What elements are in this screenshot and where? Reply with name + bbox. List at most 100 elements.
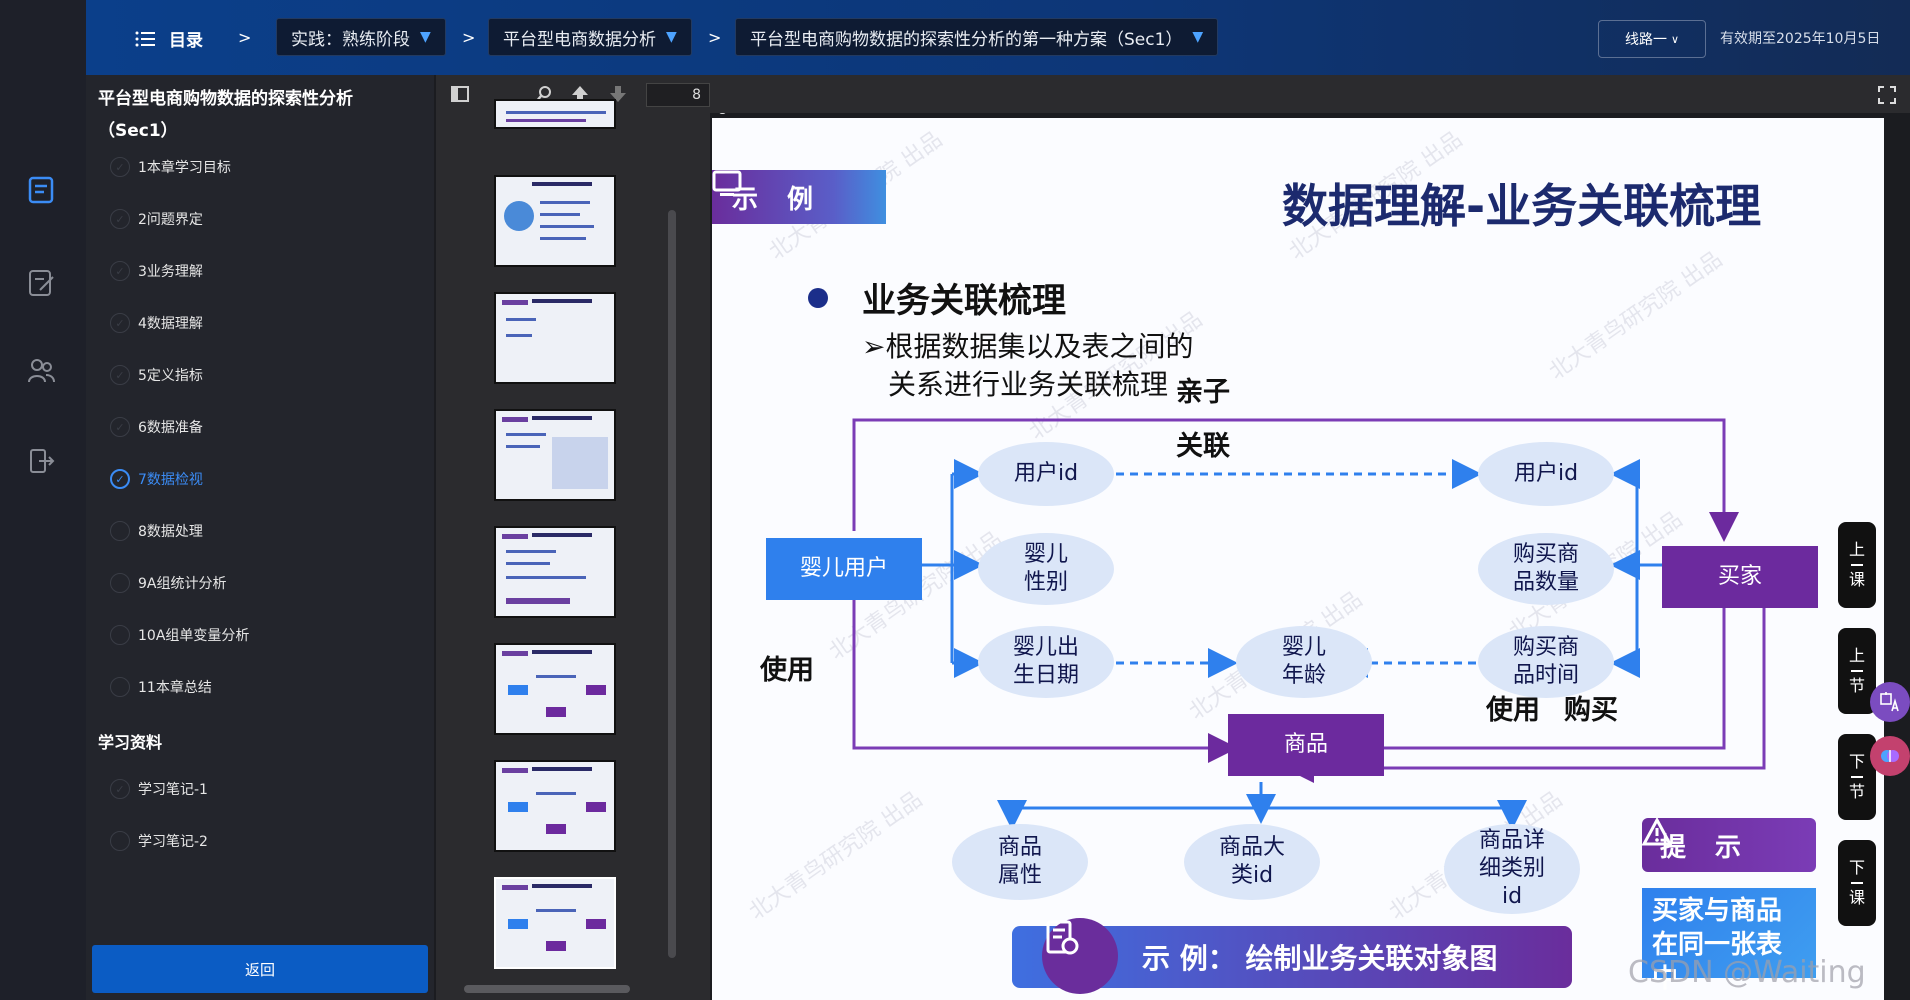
- side-btn-top: 下: [1848, 752, 1865, 771]
- chevron-down-icon: ∨: [1670, 32, 1680, 46]
- breadcrumb-lesson-label: 平台型电商购物数据的探索性分析的第一种方案（Sec1）: [750, 29, 1183, 50]
- node-product-category: 商品大 类id: [1184, 824, 1320, 900]
- node-product: 商品: [1228, 714, 1384, 776]
- resource-item[interactable]: ✓ 学习笔记-1: [110, 779, 208, 799]
- warning-icon: [1642, 818, 1672, 846]
- node-buyer: 买家: [1662, 546, 1818, 608]
- outline-item-label: 11本章总结: [138, 680, 212, 696]
- resource-item-label: 学习笔记-2: [138, 834, 208, 850]
- route-label: 线路一: [1624, 32, 1667, 48]
- users-icon[interactable]: [26, 356, 56, 386]
- page-thumbnail[interactable]: [494, 175, 616, 267]
- expiry-date: 有效期至2025年10月5日: [1720, 31, 1881, 47]
- page-thumbnail[interactable]: [494, 643, 616, 735]
- circle-icon: [110, 625, 130, 645]
- outline-title: 平台型电商购物数据的探索性分析（Sec1）: [98, 89, 353, 141]
- page-thumbnail[interactable]: [494, 760, 616, 852]
- outline-item[interactable]: ✓ 6数据准备: [110, 417, 203, 437]
- node-user-id-left: 用户id: [978, 442, 1114, 506]
- outline-item[interactable]: 9A组统计分析: [110, 573, 226, 593]
- page-thumbnail[interactable]: [494, 292, 616, 384]
- side-btn-bottom: 节: [1848, 676, 1865, 695]
- sidebar-toggle-icon[interactable]: [444, 75, 476, 113]
- breadcrumb-course-label: 平台型电商数据分析: [503, 29, 656, 50]
- left-rail: [0, 0, 86, 1000]
- side-btn-top: 上: [1848, 540, 1865, 559]
- chapter-outline: 平台型电商购物数据的探索性分析（Sec1） ✓ 1本章学习目标 ✓ 2问题界定 ✓ 3…: [86, 75, 434, 1000]
- fullscreen-icon[interactable]: [1878, 86, 1896, 104]
- node-product-subcategory: 商品详 细类别 id: [1444, 824, 1580, 914]
- brain-icon[interactable]: [1870, 736, 1910, 776]
- outline-item-label: 5定义指标: [138, 368, 203, 384]
- circle-icon: [110, 677, 130, 697]
- document-view-icon: [1046, 920, 1079, 955]
- outline-item-label: 4数据理解: [138, 316, 203, 332]
- viewer-toolbar: [710, 75, 1910, 113]
- page-thumbnail-current[interactable]: [494, 877, 616, 969]
- page-thumbnail[interactable]: [494, 526, 616, 618]
- check-circle-icon: ✓: [110, 779, 130, 799]
- translate-icon[interactable]: [1870, 682, 1910, 722]
- circle-icon: [110, 573, 130, 593]
- resource-item[interactable]: 学习笔记-2: [110, 831, 208, 851]
- outline-item-label: 10A组单变量分析: [138, 628, 250, 644]
- outline-item[interactable]: ✓ 2问题界定: [110, 209, 203, 229]
- breadcrumb-lesson[interactable]: 平台型电商购物数据的探索性分析的第一种方案（Sec1） ▼: [735, 18, 1219, 56]
- list-icon: [135, 31, 155, 46]
- node-buy-time: 购买商 品时间: [1478, 626, 1614, 698]
- document-icon[interactable]: [26, 175, 56, 205]
- outline-item[interactable]: 11本章总结: [110, 677, 212, 697]
- next-section-button[interactable]: 下节: [1838, 734, 1876, 820]
- outline-item[interactable]: ✓ 5定义指标: [110, 365, 203, 385]
- previous-lesson-button[interactable]: 上课: [1838, 522, 1876, 608]
- breadcrumb-separator: >: [238, 28, 252, 47]
- outline-item[interactable]: ✓ 3业务理解: [110, 261, 203, 281]
- check-circle-icon: ✓: [110, 261, 130, 281]
- node-buy-qty: 购买商 品数量: [1478, 533, 1614, 605]
- outline-item-label: 8数据处理: [138, 524, 203, 540]
- side-btn-top: 上: [1848, 646, 1865, 665]
- side-btn-bottom: 节: [1848, 782, 1865, 801]
- next-lesson-button[interactable]: 下课: [1838, 840, 1876, 926]
- breadcrumb-course[interactable]: 平台型电商数据分析 ▼: [488, 18, 692, 56]
- hint-tag-label: 提 示: [1660, 832, 1752, 863]
- outline-item-label: 3业务理解: [138, 264, 203, 280]
- check-circle-icon: ✓: [110, 469, 130, 489]
- check-circle-icon: ✓: [110, 313, 130, 333]
- thumbnail-scrollbar[interactable]: [668, 210, 676, 958]
- breadcrumb-stage-label: 实践：熟练阶段: [291, 29, 410, 50]
- node-baby-user: 婴儿用户: [766, 538, 922, 600]
- outline-item[interactable]: ✓ 4数据理解: [110, 313, 203, 333]
- outline-item[interactable]: 8数据处理: [110, 521, 203, 541]
- back-button[interactable]: 返回: [92, 945, 428, 993]
- side-btn-top: 下: [1848, 858, 1865, 877]
- outline-item[interactable]: 10A组单变量分析: [110, 625, 249, 645]
- node-baby-birth: 婴儿出 生日期: [978, 626, 1114, 698]
- breadcrumb-stage[interactable]: 实践：熟练阶段 ▼: [276, 18, 446, 56]
- exit-icon[interactable]: [26, 446, 56, 476]
- circle-icon: [110, 831, 130, 851]
- resource-item-label: 学习笔记-1: [138, 782, 208, 798]
- resources-title: 学习资料: [98, 733, 163, 752]
- edge-label: 关联: [1176, 431, 1230, 462]
- example-bar-icon: [1042, 918, 1118, 994]
- edge-label: 使用: [760, 655, 814, 686]
- breadcrumb-separator: >: [462, 28, 476, 47]
- menu-button[interactable]: 目录: [135, 26, 203, 51]
- check-circle-icon: ✓: [110, 365, 130, 385]
- outline-item-label: 2问题界定: [138, 212, 203, 228]
- thumbnail-horizontal-scrollbar[interactable]: [464, 985, 630, 993]
- node-baby-age: 婴儿 年龄: [1236, 626, 1372, 698]
- edit-note-icon[interactable]: [26, 268, 56, 298]
- caret-down-icon: ▼: [666, 29, 677, 45]
- page-thumbnail[interactable]: [494, 99, 616, 129]
- edge-label: 亲子: [1176, 377, 1230, 408]
- caret-down-icon: ▼: [1192, 29, 1204, 45]
- page-number-input[interactable]: 8: [646, 83, 710, 107]
- outline-item-active[interactable]: ✓ 7数据检视: [110, 469, 203, 489]
- outline-item-label: 9A组统计分析: [138, 576, 227, 592]
- page-thumbnail[interactable]: [494, 409, 616, 501]
- outline-item[interactable]: ✓ 1本章学习目标: [110, 157, 231, 177]
- node-baby-gender: 婴儿 性别: [978, 533, 1114, 605]
- route-select[interactable]: 线路一 ∨: [1598, 20, 1706, 58]
